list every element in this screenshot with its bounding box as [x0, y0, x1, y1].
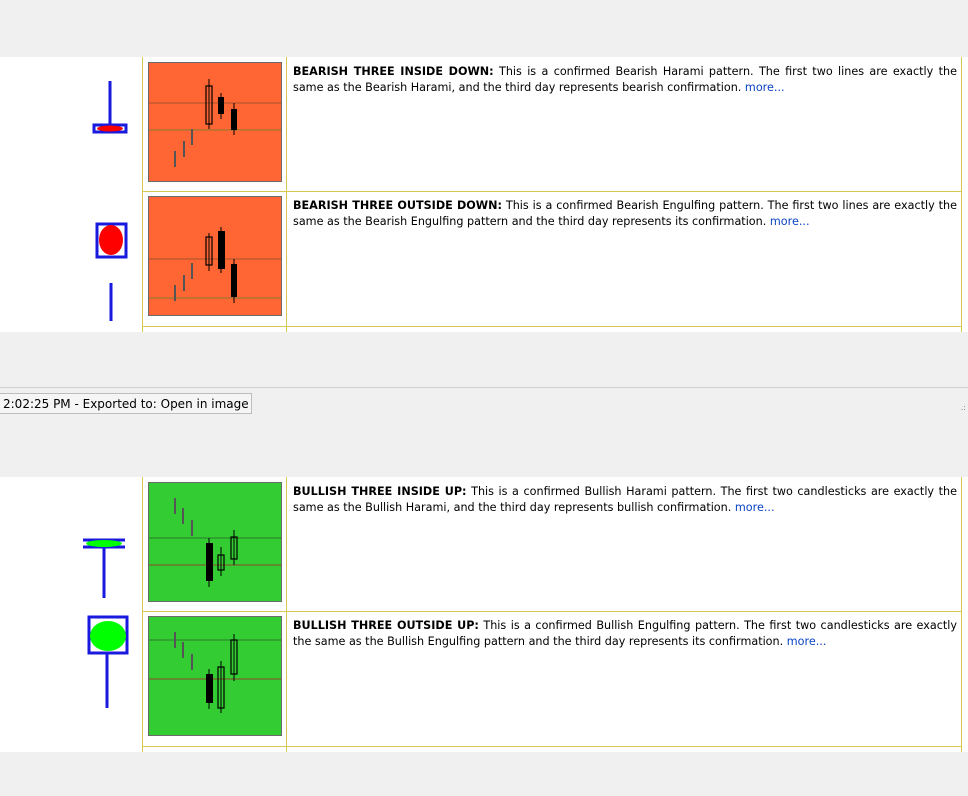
three-inside-up-candles-icon [148, 482, 282, 602]
bearish-large-body-marker-icon [80, 191, 140, 325]
status-bar: 2:02:25 PM - Exported to: Open in image … [0, 387, 968, 422]
three-inside-down-candles-icon [148, 62, 282, 182]
pattern-title: BULLISH THREE INSIDE UP: [293, 485, 467, 498]
resize-grip-icon[interactable]: .: [961, 404, 966, 412]
more-link[interactable]: more... [735, 501, 775, 514]
three-outside-down-candles-icon [148, 196, 282, 316]
pattern-title: BEARISH THREE OUTSIDE DOWN: [293, 199, 502, 212]
more-link[interactable]: more... [770, 215, 810, 228]
pattern-description: BULLISH THREE INSIDE UP: This is a confi… [293, 484, 957, 516]
pattern-description: BEARISH THREE INSIDE DOWN: This is a con… [293, 64, 957, 96]
bullish-small-body-marker-icon [80, 477, 140, 611]
table-gridline [142, 326, 962, 327]
table-row: BULLISH THREE INSIDE UP: This is a confi… [0, 477, 968, 611]
table-row: BULLISH THREE OUTSIDE UP: This is a conf… [0, 611, 968, 745]
status-text: 2:02:25 PM - Exported to: Open in image … [0, 393, 252, 414]
pattern-table: BULLISH THREE INSIDE UP: This is a confi… [0, 477, 968, 752]
pattern-description: BEARISH THREE OUTSIDE DOWN: This is a co… [293, 198, 957, 230]
bearish-small-body-marker-icon [80, 57, 140, 191]
table-gridline [142, 746, 962, 747]
bottom-pattern-pane: BULLISH THREE INSIDE UP: This is a confi… [0, 420, 968, 796]
bullish-large-body-marker-icon [80, 611, 140, 745]
table-row: BEARISH THREE OUTSIDE DOWN: This is a co… [0, 191, 968, 325]
pattern-description: BULLISH THREE OUTSIDE UP: This is a conf… [293, 618, 957, 650]
pattern-table: BEARISH THREE INSIDE DOWN: This is a con… [0, 57, 968, 332]
more-link[interactable]: more... [787, 635, 827, 648]
top-pattern-pane: BEARISH THREE INSIDE DOWN: This is a con… [0, 0, 968, 387]
table-row: BEARISH THREE INSIDE DOWN: This is a con… [0, 57, 968, 191]
pattern-title: BEARISH THREE INSIDE DOWN: [293, 65, 494, 78]
pattern-title: BULLISH THREE OUTSIDE UP: [293, 619, 479, 632]
three-outside-up-candles-icon [148, 616, 282, 736]
more-link[interactable]: more... [745, 81, 785, 94]
